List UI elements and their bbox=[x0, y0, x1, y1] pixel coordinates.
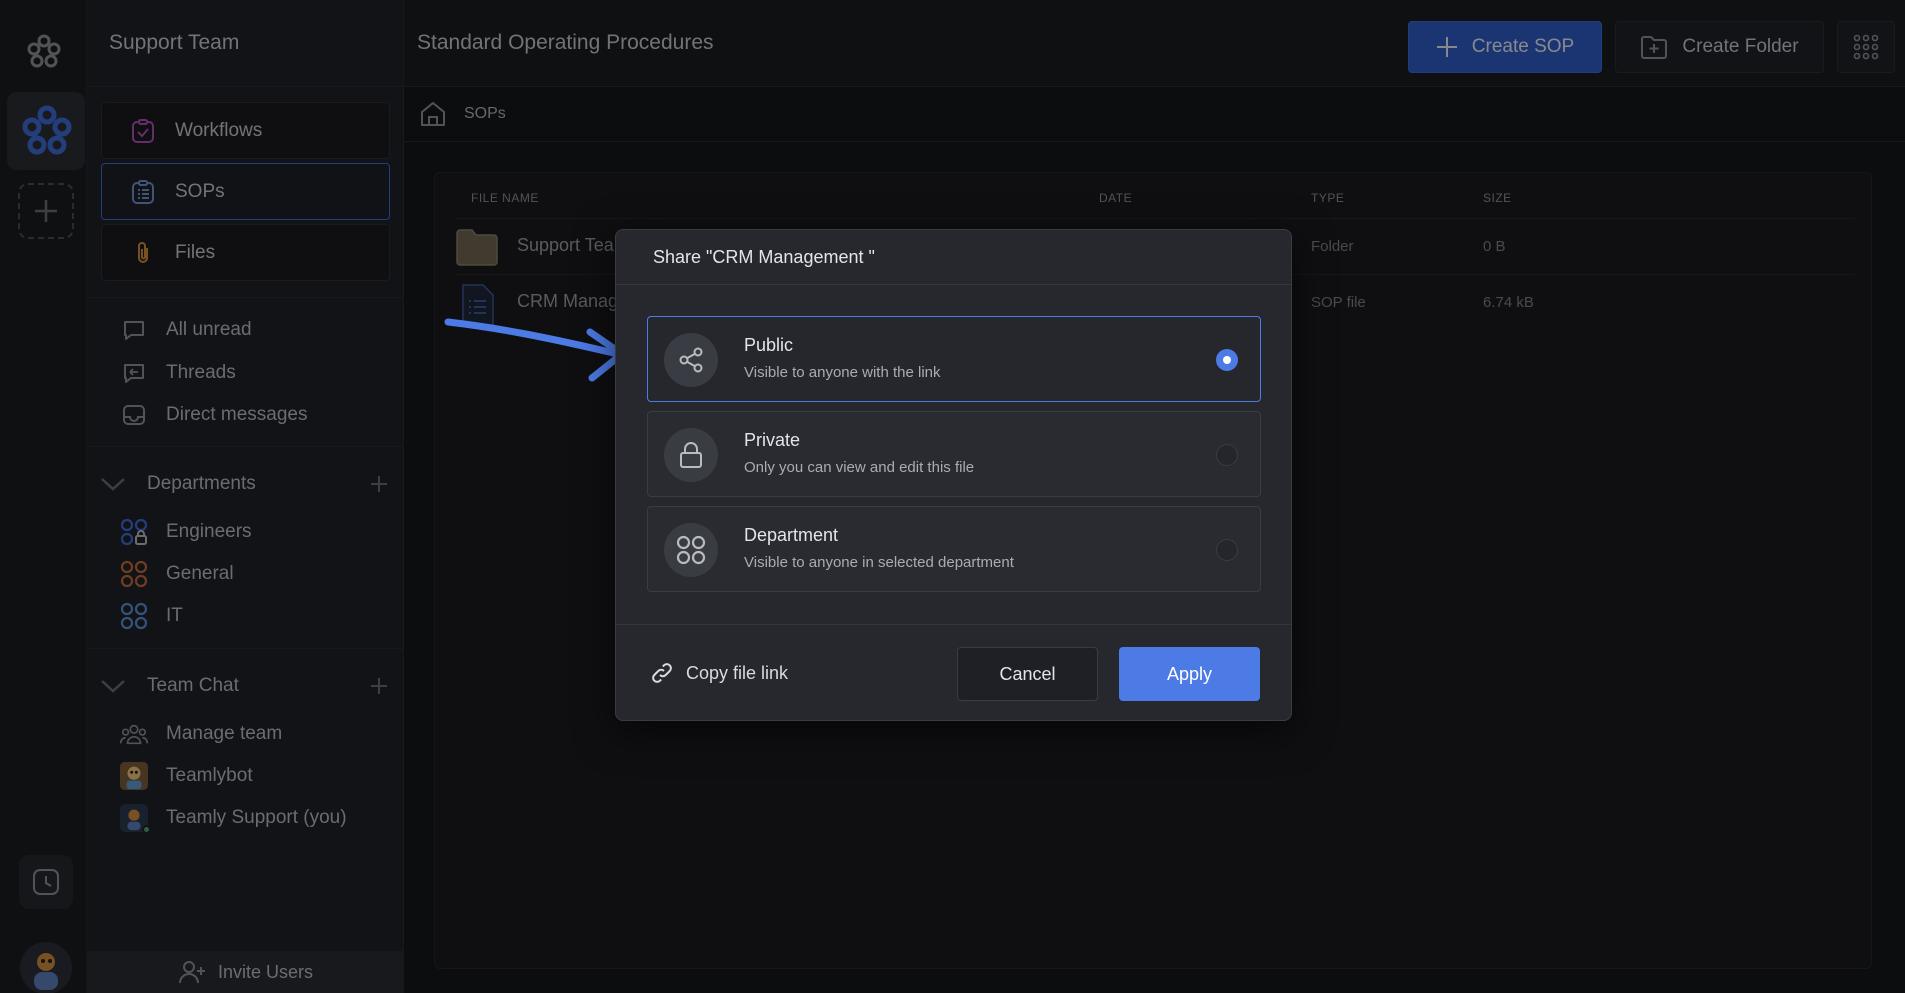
share-dialog: Share "CRM Management " Public Visible t… bbox=[615, 229, 1292, 721]
copy-link-label: Copy file link bbox=[686, 662, 789, 683]
apply-button[interactable]: Apply bbox=[1119, 647, 1260, 701]
link-icon bbox=[650, 661, 674, 685]
option-description: Visible to anyone in selected department bbox=[744, 554, 1014, 571]
option-title: Department bbox=[744, 525, 839, 545]
option-description: Visible to anyone with the link bbox=[744, 364, 941, 381]
private-radio[interactable] bbox=[1216, 444, 1238, 466]
option-title: Private bbox=[744, 430, 801, 450]
share-option-private[interactable]: Private Only you can view and edit this … bbox=[647, 411, 1261, 497]
share-option-public[interactable]: Public Visible to anyone with the link bbox=[647, 316, 1261, 402]
cancel-button[interactable]: Cancel bbox=[957, 647, 1098, 701]
option-title: Public bbox=[744, 335, 794, 355]
public-radio[interactable] bbox=[1216, 349, 1238, 371]
copy-file-link-button[interactable]: Copy file link bbox=[650, 661, 788, 685]
dialog-footer: Copy file link Cancel Apply bbox=[616, 624, 1291, 722]
dialog-title: Share "CRM Management " bbox=[616, 230, 1291, 285]
department-icon bbox=[664, 523, 718, 577]
share-icon bbox=[664, 333, 718, 387]
annotation-arrow-icon bbox=[444, 318, 626, 382]
share-option-department[interactable]: Department Visible to anyone in selected… bbox=[647, 506, 1261, 592]
option-description: Only you can view and edit this file bbox=[744, 459, 975, 476]
department-radio[interactable] bbox=[1216, 539, 1238, 561]
lock-icon bbox=[664, 428, 718, 482]
